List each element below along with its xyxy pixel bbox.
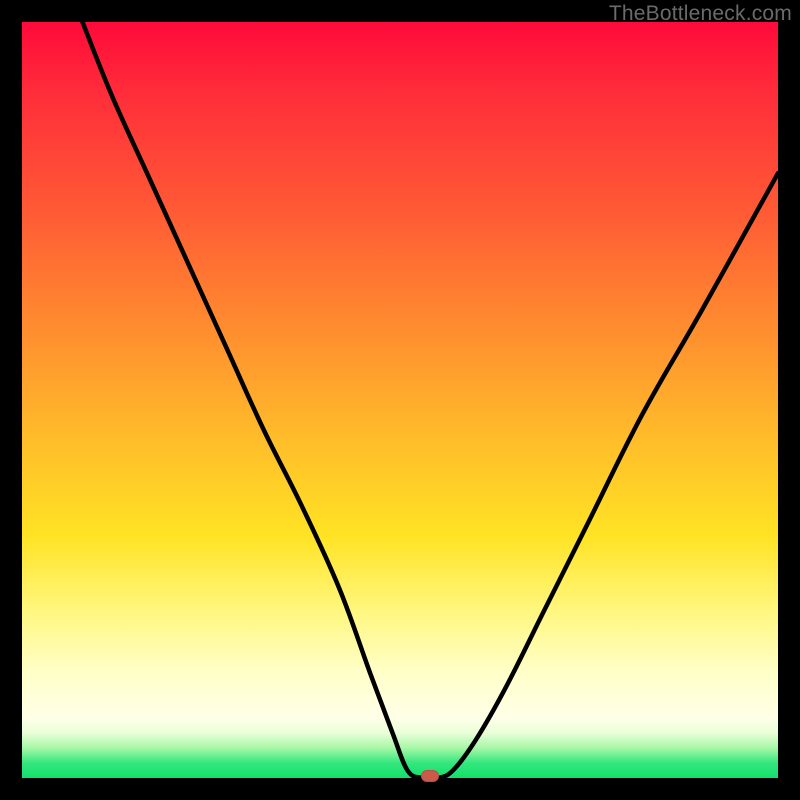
minimum-marker — [421, 770, 439, 782]
chart-frame: TheBottleneck.com — [0, 0, 800, 800]
plot-area — [22, 22, 778, 778]
watermark-text: TheBottleneck.com — [609, 2, 792, 26]
bottleneck-curve — [22, 22, 778, 778]
